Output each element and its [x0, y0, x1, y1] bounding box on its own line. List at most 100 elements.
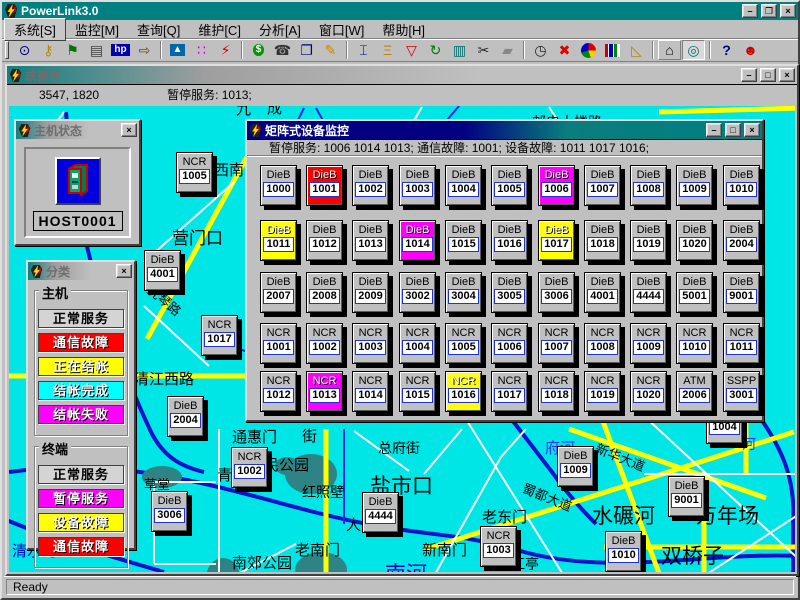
operator-icon[interactable]: ☻: [739, 40, 762, 60]
matrix-device-ncr-1008[interactable]: NCR1008: [584, 323, 621, 364]
matrix-device-ncr-1003[interactable]: NCR1003: [352, 323, 389, 364]
matrix-device-ncr-1011[interactable]: NCR1011: [723, 323, 760, 364]
matrix-device-ncr-1018[interactable]: NCR1018: [538, 371, 575, 412]
matrix-device-dieb-1000[interactable]: DieB1000: [260, 165, 297, 206]
matrix-device-ncr-1007[interactable]: NCR1007: [538, 323, 575, 364]
ibeam-tool-icon[interactable]: ⌶: [352, 40, 375, 60]
minimize-button[interactable]: –: [742, 4, 758, 18]
matrix-device-ncr-1014[interactable]: NCR1014: [352, 371, 389, 412]
matrix-close-button[interactable]: ×: [744, 123, 760, 137]
menu-item-3[interactable]: 查询[Q]: [128, 19, 189, 40]
map-device-ncr-1005[interactable]: NCR1005: [176, 152, 213, 193]
matrix-device-ncr-1020[interactable]: NCR1020: [630, 371, 667, 412]
pen-icon[interactable]: ✎: [319, 40, 342, 60]
map-device-ncr-1002[interactable]: NCR1002: [231, 447, 268, 488]
matrix-device-ncr-1002[interactable]: NCR1002: [306, 323, 343, 364]
matrix-device-dieb-1005[interactable]: DieB1005: [491, 165, 528, 206]
matrix-device-dieb-1010[interactable]: DieB1010: [723, 165, 760, 206]
matrix-device-dieb-1011[interactable]: DieB1011: [260, 220, 297, 261]
matrix-device-ncr-1010[interactable]: NCR1010: [676, 323, 713, 364]
matrix-device-dieb-1019[interactable]: DieB1019: [630, 220, 667, 261]
map-device-dieb-2004[interactable]: DieB2004: [167, 396, 204, 437]
matrix-device-dieb-1020[interactable]: DieB1020: [676, 220, 713, 261]
matrix-device-dieb-2007[interactable]: DieB2007: [260, 272, 297, 313]
map-device-dieb-1010[interactable]: DieB1010: [605, 531, 642, 572]
money-icon[interactable]: $: [247, 40, 270, 60]
matrix-device-dieb-1002[interactable]: DieB1002: [352, 165, 389, 206]
matrix-device-ncr-1019[interactable]: NCR1019: [584, 371, 621, 412]
ruler-icon[interactable]: ◺: [625, 40, 648, 60]
matrix-device-ncr-1001[interactable]: NCR1001: [260, 323, 297, 364]
matrix-device-ncr-1004[interactable]: NCR1004: [399, 323, 436, 364]
menu-item-7[interactable]: 帮助[H]: [373, 19, 434, 40]
close-button[interactable]: ×: [780, 4, 796, 18]
matrix-device-dieb-1012[interactable]: DieB1012: [306, 220, 343, 261]
matrix-device-ncr-1006[interactable]: NCR1006: [491, 323, 528, 364]
matrix-device-dieb-9001[interactable]: DieB9001: [723, 272, 760, 313]
map-device-dieb-3006[interactable]: DieB3006: [151, 491, 188, 532]
delete-icon[interactable]: ✖: [553, 40, 576, 60]
matrix-device-dieb-2009[interactable]: DieB2009: [352, 272, 389, 313]
menu-item-6[interactable]: 窗口[W]: [310, 19, 374, 40]
matrix-device-ncr-1012[interactable]: NCR1012: [260, 371, 297, 412]
menu-item-5[interactable]: 分析[A]: [250, 19, 310, 40]
matrix-device-dieb-1007[interactable]: DieB1007: [584, 165, 621, 206]
matrix-device-dieb-3006[interactable]: DieB3006: [538, 272, 575, 313]
scissors-icon[interactable]: ✂: [472, 40, 495, 60]
matrix-device-ncr-1009[interactable]: NCR1009: [630, 323, 667, 364]
matrix-device-dieb-2004[interactable]: DieB2004: [723, 220, 760, 261]
map-device-dieb-1009[interactable]: DieB1009: [557, 446, 594, 487]
map-device-dieb-4444[interactable]: DieB4444: [362, 492, 399, 533]
map-maximize-button[interactable]: □: [760, 68, 776, 82]
exit-door-icon[interactable]: ⇨: [133, 40, 156, 60]
help-icon[interactable]: ?: [715, 40, 738, 60]
cabinet-icon[interactable]: ▥: [448, 40, 471, 60]
map-minimize-button[interactable]: –: [741, 68, 757, 82]
matrix-device-dieb-1017[interactable]: DieB1017: [538, 220, 575, 261]
toolbar-grip[interactable]: [5, 41, 9, 59]
find-icon[interactable]: ⊙: [13, 40, 36, 60]
legend-close-button[interactable]: ×: [116, 264, 132, 278]
printer-icon[interactable]: ▤: [85, 40, 108, 60]
refresh-icon[interactable]: ↻: [424, 40, 447, 60]
matrix-device-dieb-1016[interactable]: DieB1016: [491, 220, 528, 261]
gauge-icon[interactable]: Ξ: [376, 40, 399, 60]
menu-item-4[interactable]: 维护[C]: [189, 19, 250, 40]
matrix-device-ncr-1015[interactable]: NCR1015: [399, 371, 436, 412]
menu-item-1[interactable]: 系统[S]: [4, 18, 66, 41]
matrix-maximize-button[interactable]: □: [725, 123, 741, 137]
clock-icon[interactable]: ◷: [529, 40, 552, 60]
matrix-device-dieb-1014[interactable]: DieB1014: [399, 220, 436, 261]
bar-chart-icon[interactable]: [601, 40, 624, 60]
map-close-button[interactable]: ×: [779, 68, 795, 82]
host-close-button[interactable]: ×: [121, 123, 137, 137]
matrix-device-dieb-1006[interactable]: DieB1006: [538, 165, 575, 206]
matrix-device-dieb-4444[interactable]: DieB4444: [630, 272, 667, 313]
legend-window-titlebar[interactable]: 分类 ×: [28, 262, 134, 280]
map-device-ncr-1003[interactable]: NCR1003: [480, 526, 517, 567]
matrix-device-dieb-2008[interactable]: DieB2008: [306, 272, 343, 313]
matrix-device-ncr-1013[interactable]: NCR1013: [306, 371, 343, 412]
matrix-device-dieb-1013[interactable]: DieB1013: [352, 220, 389, 261]
map-view-icon[interactable]: ▲: [166, 40, 189, 60]
matrix-window-titlebar[interactable]: 矩阵式设备监控 – □ ×: [247, 121, 762, 139]
matrix-device-dieb-3005[interactable]: DieB3005: [491, 272, 528, 313]
filter-icon[interactable]: ▽: [400, 40, 423, 60]
matrix-device-dieb-1008[interactable]: DieB1008: [630, 165, 667, 206]
eraser-icon[interactable]: ▰: [496, 40, 519, 60]
flag-icon[interactable]: ⚑: [61, 40, 84, 60]
map-device-dieb-9001[interactable]: DieB9001: [668, 476, 705, 517]
host-icon-button[interactable]: [55, 157, 101, 205]
building-icon[interactable]: ⌂: [658, 40, 681, 60]
matrix-device-dieb-1015[interactable]: DieB1015: [445, 220, 482, 261]
key-icon[interactable]: ⚷: [37, 40, 60, 60]
host-window-titlebar[interactable]: 主机状态 ×: [16, 121, 139, 139]
matrix-device-dieb-1003[interactable]: DieB1003: [399, 165, 436, 206]
matrix-device-dieb-3002[interactable]: DieB3002: [399, 272, 436, 313]
matrix-device-ncr-1017[interactable]: NCR1017: [491, 371, 528, 412]
matrix-device-dieb-1009[interactable]: DieB1009: [676, 165, 713, 206]
map-device-ncr-1017[interactable]: NCR1017: [201, 315, 238, 356]
hp-doc-icon[interactable]: hp: [109, 40, 132, 60]
matrix-device-atm-2006[interactable]: ATM2006: [676, 371, 713, 412]
lightning-icon[interactable]: ⚡: [214, 40, 237, 60]
